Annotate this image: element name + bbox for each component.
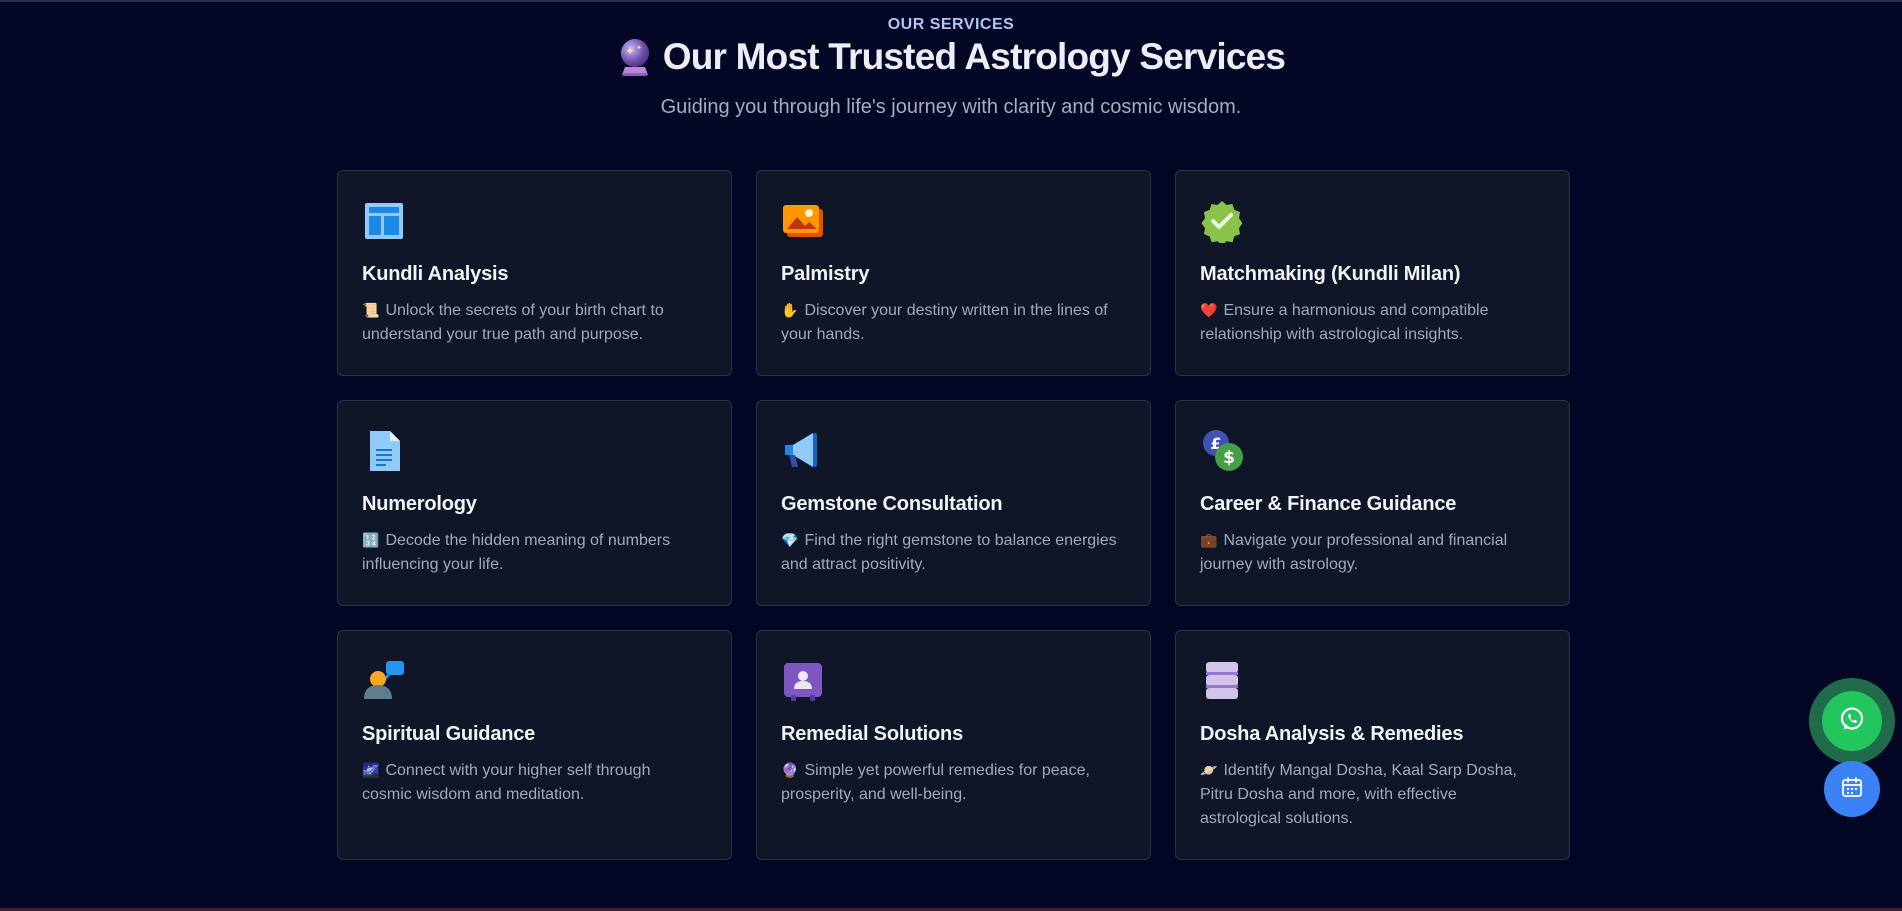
section-subtitle: Guiding you through life's journey with …: [660, 96, 1242, 118]
calendar-icon: [1841, 776, 1863, 803]
crystal-ball-emoji-icon: 🔮: [781, 762, 799, 778]
service-description: 🪐 Identify Mangal Dosha, Kaal Sarp Dosha,…: [1200, 762, 1517, 827]
service-description: 💼 Navigate your professional and financia…: [1200, 532, 1508, 573]
person-chat-icon: [362, 659, 406, 703]
service-card-remedial-solutions[interactable]: Remedial Solutions 🔮 Simple yet powerful …: [756, 630, 1151, 860]
briefcase-emoji-icon: 💼: [1200, 532, 1218, 548]
service-card-palmistry[interactable]: Palmistry ✋ Discover your destiny written…: [756, 170, 1151, 376]
service-description: 🔮 Simple yet powerful remedies for peace,…: [781, 762, 1090, 803]
crystal-ball-icon: [617, 37, 653, 77]
service-description: 📜 Unlock the secrets of your birth chart …: [362, 302, 664, 343]
stack-icon: [1200, 659, 1244, 703]
contact-card-icon: [781, 659, 825, 703]
service-description: ✋ Discover your destiny written in the li…: [781, 302, 1108, 343]
service-card-kundli-analysis[interactable]: Kundli Analysis 📜 Unlock the secrets of y…: [337, 170, 732, 376]
layout-icon: [362, 199, 406, 243]
service-card-numerology[interactable]: Numerology 🔢 Decode the hidden meaning of…: [337, 400, 732, 606]
hand-emoji-icon: ✋: [781, 302, 799, 318]
document-icon: [362, 429, 406, 473]
service-description: 💎 Find the right gemstone to balance ener…: [781, 532, 1117, 573]
gem-emoji-icon: 💎: [781, 532, 799, 548]
megaphone-icon: [781, 429, 825, 473]
milky-way-emoji-icon: 🌌: [362, 762, 380, 778]
numbers-emoji-icon: 🔢: [362, 532, 380, 548]
scroll-emoji-icon: 📜: [362, 302, 380, 318]
service-title: Numerology: [362, 493, 477, 515]
service-description: ❤️ Ensure a harmonious and compatible rel…: [1200, 302, 1489, 343]
service-card-gemstone[interactable]: Gemstone Consultation 💎 Find the right ge…: [756, 400, 1151, 606]
service-title: Kundli Analysis: [362, 263, 509, 285]
service-title: Gemstone Consultation: [781, 493, 1003, 515]
verified-badge-icon: [1200, 199, 1244, 246]
section-title: Our Most Trusted Astrology Services: [662, 36, 1286, 77]
svg-text:$: $: [1223, 448, 1235, 468]
service-card-spiritual-guidance[interactable]: Spiritual Guidance 🌌 Connect with your hi…: [337, 630, 732, 860]
service-title: Spiritual Guidance: [362, 723, 536, 745]
image-icon: [781, 199, 825, 243]
calendar-button[interactable]: [1824, 761, 1880, 817]
service-card-career-finance[interactable]: £ $ Career & Finance Guidance 💼 Navigate …: [1175, 400, 1570, 606]
service-title: Career & Finance Guidance: [1200, 493, 1457, 515]
section-eyebrow: OUR SERVICES: [887, 16, 1015, 33]
service-card-matchmaking[interactable]: Matchmaking (Kundli Milan) ❤️ Ensure a ha…: [1175, 170, 1570, 376]
service-title: Remedial Solutions: [781, 723, 963, 745]
service-title: Matchmaking (Kundli Milan): [1200, 263, 1461, 285]
whatsapp-button[interactable]: [1809, 678, 1895, 764]
service-card-dosha-analysis[interactable]: Dosha Analysis & Remedies 🪐 Identify Mang…: [1175, 630, 1570, 860]
whatsapp-icon: [1838, 705, 1866, 738]
section-title-row: Our Most Trusted Astrology Services: [0, 36, 1902, 78]
whatsapp-button-inner[interactable]: [1822, 691, 1882, 751]
planet-emoji-icon: 🪐: [1200, 762, 1218, 778]
heart-emoji-icon: ❤️: [1200, 302, 1218, 318]
currency-exchange-icon: £ $: [1200, 429, 1244, 473]
top-divider: [0, 0, 1902, 2]
service-title: Palmistry: [781, 263, 870, 285]
services-grid: Kundli Analysis 📜 Unlock the secrets of y…: [337, 170, 1570, 860]
service-description: 🔢 Decode the hidden meaning of numbers in…: [362, 532, 671, 573]
service-title: Dosha Analysis & Remedies: [1200, 723, 1464, 745]
service-description: 🌌 Connect with your higher self through c…: [362, 762, 651, 803]
